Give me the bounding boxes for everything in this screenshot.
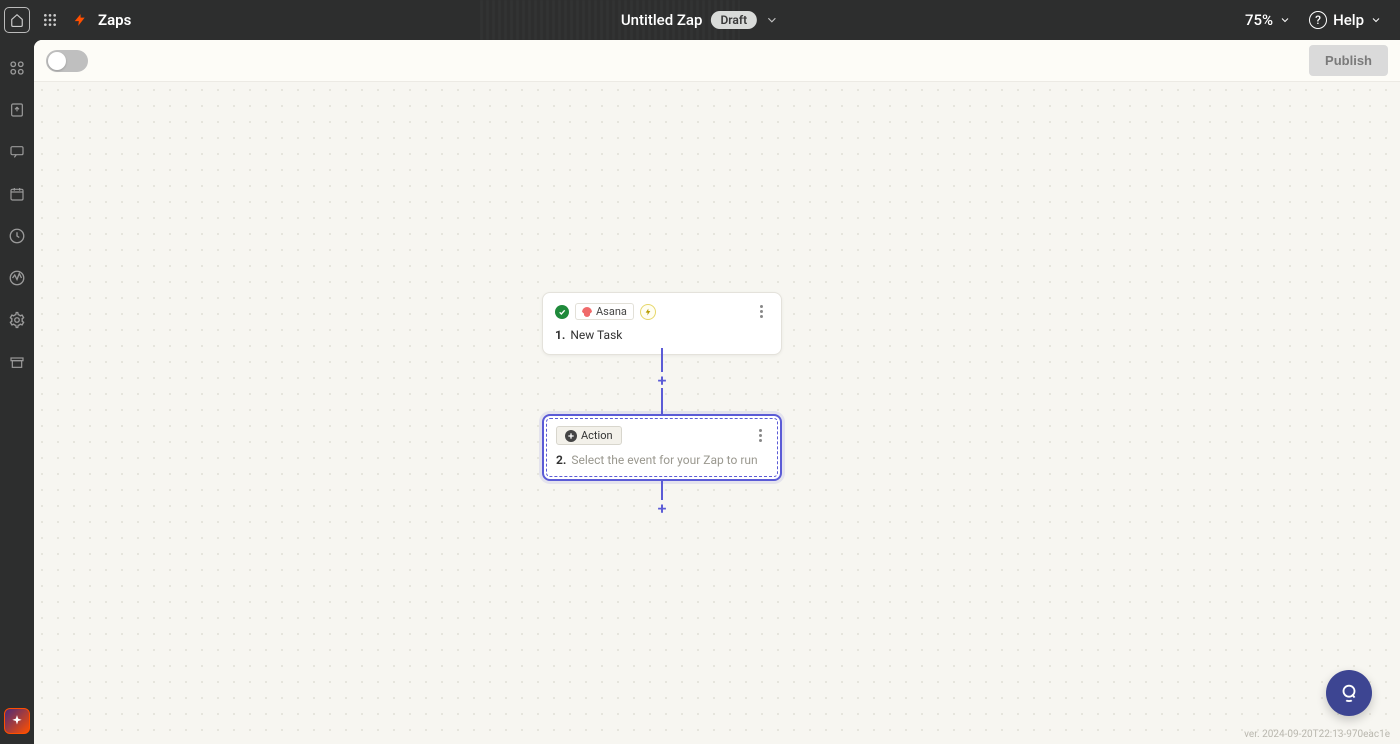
connector-line: [661, 348, 663, 372]
help-icon: ?: [1309, 11, 1327, 29]
sparkle-icon: [10, 714, 24, 728]
publish-button[interactable]: Publish: [1309, 45, 1388, 76]
rail-comment-icon[interactable]: [7, 142, 27, 162]
step-placeholder: Select the event for your Zap to run: [571, 453, 757, 467]
trigger-type-badge: [640, 304, 656, 320]
rail-archive-icon[interactable]: [7, 352, 27, 372]
help-menu[interactable]: ? Help: [1309, 11, 1382, 29]
zap-enable-toggle[interactable]: [46, 50, 88, 72]
step-menu-button[interactable]: [752, 428, 768, 444]
step-index: 1.: [555, 328, 565, 342]
connector-line: [661, 480, 663, 500]
left-rail: [0, 40, 34, 744]
status-ok-icon: [555, 305, 569, 319]
zoom-control[interactable]: 75%: [1245, 11, 1291, 29]
version-label: ver. 2024-09-20T22:13-970eac1e: [1244, 729, 1390, 740]
rail-activity-icon[interactable]: [7, 268, 27, 288]
editor-toolbar: Publish: [34, 40, 1400, 82]
action-plus-icon: [565, 430, 577, 442]
zap-title[interactable]: Untitled Zap: [621, 11, 703, 29]
status-badge: Draft: [710, 11, 757, 29]
step-index: 2.: [556, 453, 566, 467]
canvas[interactable]: Asana 1. New Task +: [34, 82, 1400, 744]
zoom-value: 75%: [1245, 11, 1273, 29]
chevron-down-icon[interactable]: [765, 13, 779, 27]
ai-assistant-button[interactable]: [4, 708, 30, 734]
action-chip[interactable]: Action: [556, 426, 622, 445]
breadcrumb[interactable]: Zaps: [98, 11, 131, 29]
step-menu-button[interactable]: [753, 304, 769, 320]
home-icon: [10, 13, 24, 27]
chat-icon: [1338, 682, 1360, 704]
chevron-down-icon: [1370, 14, 1382, 26]
rail-overview-icon[interactable]: [7, 58, 27, 78]
rail-settings-icon[interactable]: [7, 310, 27, 330]
app-chip-label: Asana: [596, 305, 627, 318]
help-label: Help: [1333, 11, 1364, 29]
step-title: New Task: [570, 328, 622, 342]
apps-grid-icon: [42, 12, 58, 28]
connector-line: [661, 388, 663, 414]
home-button[interactable]: [4, 7, 30, 33]
add-step-button[interactable]: +: [654, 500, 670, 516]
chevron-down-icon: [1279, 14, 1291, 26]
support-chat-button[interactable]: [1326, 670, 1372, 716]
add-step-button[interactable]: +: [654, 372, 670, 388]
rail-calendar-icon[interactable]: [7, 184, 27, 204]
step-trigger[interactable]: Asana 1. New Task: [542, 292, 782, 355]
asana-logo-icon: [582, 307, 592, 317]
editor: Publish Asana 1. New Task: [34, 40, 1400, 744]
top-bar: Zaps Untitled Zap Draft 75% ? Help: [0, 0, 1400, 40]
apps-menu-button[interactable]: [36, 6, 64, 34]
rail-history-icon[interactable]: [7, 226, 27, 246]
zap-bolt-icon: [70, 10, 90, 30]
step-action[interactable]: Action 2. Select the event for your Zap …: [542, 414, 782, 481]
app-chip-asana[interactable]: Asana: [575, 303, 634, 320]
action-chip-label: Action: [581, 429, 613, 442]
rail-import-icon[interactable]: [7, 100, 27, 120]
header-center: Untitled Zap Draft: [621, 11, 779, 29]
